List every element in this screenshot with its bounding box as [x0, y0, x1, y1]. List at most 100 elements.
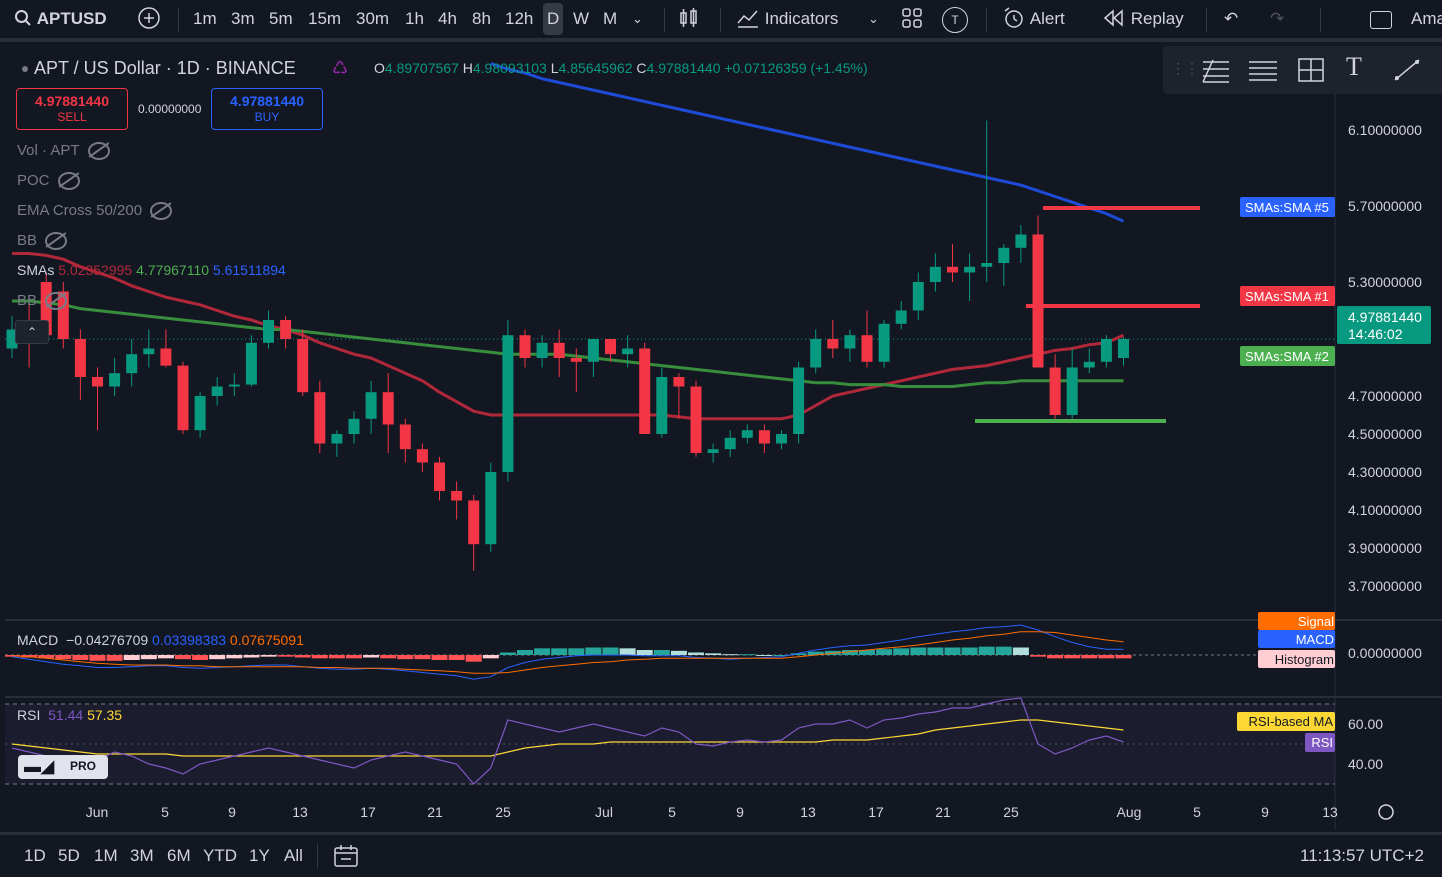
macd-histogram-bar [431, 655, 448, 660]
undo-button[interactable]: ↶ [1224, 0, 1238, 38]
candle-body [160, 348, 172, 366]
alert-button[interactable]: Alert [1002, 0, 1065, 38]
candle-body [639, 348, 651, 434]
range-6m[interactable]: 6M [167, 835, 191, 877]
timeframe-1h[interactable]: 1h [405, 0, 424, 38]
macd-histogram-bar [175, 655, 191, 660]
time-tick-label: 13 [1322, 804, 1338, 820]
macd-histogram-bar [1098, 655, 1115, 659]
macd-histogram-bar [995, 646, 1012, 655]
candle-body [143, 348, 155, 355]
time-tick-label: 17 [868, 804, 884, 820]
undo-icon: ↶ [1224, 9, 1239, 28]
open-value: 4.89707567 [384, 60, 459, 76]
fullscreen-button[interactable] [1370, 0, 1392, 38]
legend-smas-label: SMAs [17, 262, 55, 278]
hidden-eye-icon[interactable] [150, 202, 173, 221]
candle-body [827, 339, 839, 349]
timeframe-5m[interactable]: 5m [269, 0, 293, 38]
parallel-channel-icon[interactable] [1247, 56, 1279, 84]
timeframe-30m[interactable]: 30m [356, 0, 389, 38]
legend-ema-cross[interactable]: EMA Cross 50/200 [17, 202, 173, 221]
sell-button[interactable]: 4.97881440 SELL [16, 88, 128, 130]
drag-handle-icon[interactable]: ⋮⋮ [1171, 60, 1199, 77]
macd-histogram-bar [72, 655, 89, 660]
rsi-axis-tag-label: RSI-based MA [1248, 714, 1333, 729]
candle-body [263, 320, 274, 343]
timeframe-8h[interactable]: 8h [472, 0, 491, 38]
collapse-legend-button[interactable]: ⌃ [15, 320, 49, 344]
macd-histogram-bar [1081, 655, 1098, 659]
macd-histogram-bar [499, 652, 516, 655]
compare-symbol-button[interactable] [137, 0, 161, 38]
tradingview-logo[interactable]: ▬◢ PRO [18, 755, 108, 779]
range-3m[interactable]: 3M [130, 835, 154, 877]
indicators-button[interactable]: Indicators [736, 0, 838, 38]
range-1d[interactable]: 1D [24, 835, 46, 877]
chart-canvas[interactable]: 6.10000000 5.70000000 5.30000000 4.70000000… [5, 46, 1442, 830]
legend-macd-label: MACD [17, 632, 59, 648]
timeframe-d[interactable]: D [543, 3, 564, 35]
legend-macd[interactable]: MACD −0.04276709 0.03398383 0.07675091 [17, 632, 304, 648]
timeframe-w[interactable]: W [573, 0, 589, 38]
legend-rsi[interactable]: RSI 51.44 57.35 [17, 707, 122, 723]
cut-off-menu-label[interactable]: Ama [1411, 0, 1442, 38]
legend-bb-2[interactable]: BB [17, 292, 68, 311]
chart-type-button[interactable] [678, 0, 700, 38]
candle-body [348, 418, 360, 434]
hidden-eye-icon[interactable] [57, 172, 80, 191]
macd-histogram-bar [568, 648, 585, 655]
sell-price: 4.97881440 [35, 93, 109, 109]
trend-line-icon[interactable] [1391, 56, 1423, 84]
macd-histogram-bar [346, 655, 362, 659]
timeframe-1m[interactable]: 1m [193, 0, 217, 38]
measure-icon[interactable] [1295, 56, 1327, 84]
timeframe-m[interactable]: M [603, 0, 617, 38]
legend-poc-label: POC [17, 172, 50, 189]
share-icon[interactable]: ♺ [332, 58, 348, 79]
hidden-eye-icon[interactable] [45, 232, 68, 251]
timeframe-3m[interactable]: 3m [231, 0, 255, 38]
settings-gear-icon[interactable] [1378, 804, 1394, 820]
range-1m[interactable]: 1M [94, 835, 118, 877]
layouts-button[interactable] [901, 0, 923, 38]
macd-histogram-bar [876, 649, 893, 655]
legend-bb-1[interactable]: BB [17, 232, 68, 251]
legend-sma1-value: 5.02352995 [58, 262, 133, 278]
range-all[interactable]: All [284, 835, 303, 877]
text-tool-icon[interactable]: T [1346, 52, 1362, 82]
candle-body [656, 377, 668, 434]
chevron-down-icon: ⌄ [632, 11, 643, 26]
go-to-date-icon[interactable] [333, 844, 359, 868]
templates-button[interactable]: T [942, 0, 968, 38]
indicators-dropdown-button[interactable]: ⌄ [868, 0, 879, 38]
hidden-eye-icon[interactable] [87, 142, 110, 161]
macd-axis-tag-label: MACD [1296, 632, 1334, 647]
symbol-search-button[interactable]: APTUSD [14, 0, 107, 38]
macd-histogram-bar [927, 647, 944, 655]
replay-button[interactable]: Replay [1102, 0, 1184, 38]
candle-body [1100, 339, 1112, 362]
legend-poc[interactable]: POC [17, 172, 80, 191]
sma-line [490, 62, 1125, 223]
redo-button[interactable]: ↷ [1270, 0, 1284, 38]
timeframe-4h[interactable]: 4h [438, 0, 457, 38]
range-5d[interactable]: 5D [58, 835, 80, 877]
buy-button[interactable]: 4.97881440 BUY [211, 88, 323, 130]
legend-vol[interactable]: Vol · APT [17, 142, 110, 161]
top-toolbar: APTUSD 1m 3m 5m 15m 30m 1h 4h 8h 12h D W… [0, 0, 1442, 42]
sell-label: SELL [57, 110, 87, 124]
candle-body [895, 310, 907, 324]
range-ytd[interactable]: YTD [203, 835, 237, 877]
clock-timezone[interactable]: 11:13:57 UTC+2 [1300, 835, 1424, 877]
fib-retracement-icon[interactable] [1199, 56, 1231, 84]
timeframe-15m[interactable]: 15m [308, 0, 341, 38]
ohlc-readout: O4.89707567 H4.98093103 L4.85645962 C4.9… [374, 60, 868, 76]
hidden-eye-icon[interactable] [45, 292, 68, 311]
timeframe-12h[interactable]: 12h [505, 0, 533, 38]
legend-smas[interactable]: SMAs 5.02352995 4.77967110 5.61511894 [17, 262, 286, 278]
timeframe-dropdown-button[interactable]: ⌄ [632, 0, 643, 38]
candle-body [793, 367, 805, 434]
rsi-pane [5, 697, 1335, 785]
range-1y[interactable]: 1Y [249, 835, 270, 877]
